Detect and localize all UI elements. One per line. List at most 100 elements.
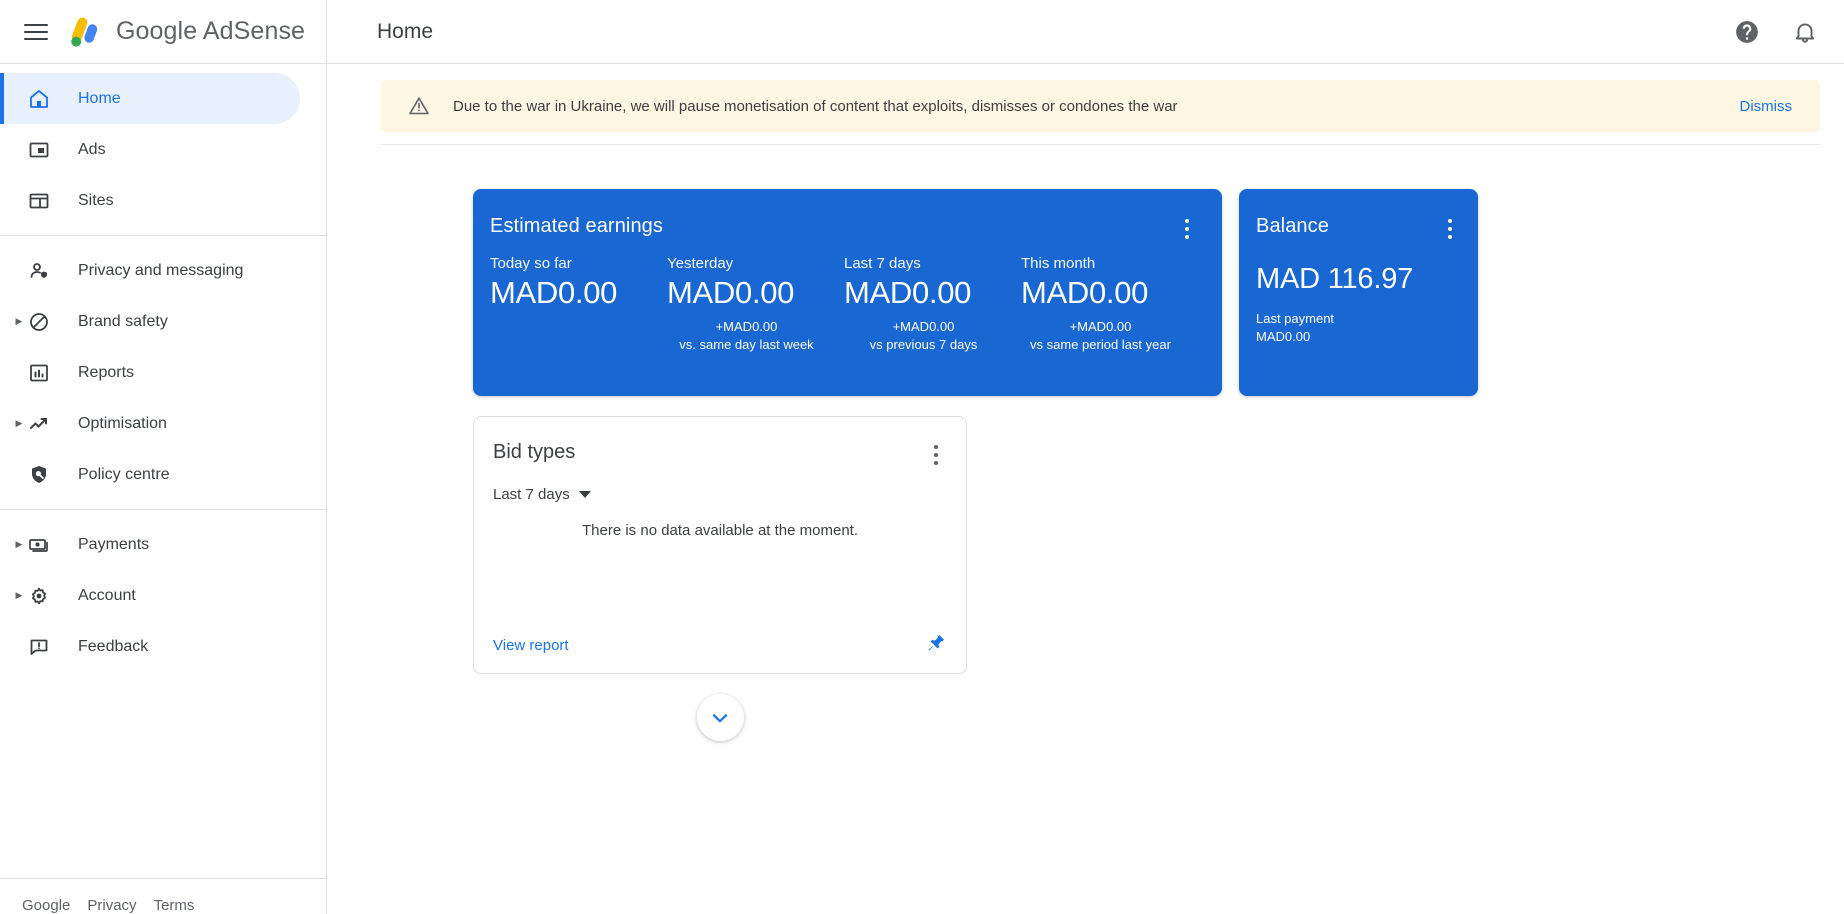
sidebar-item-label: Reports xyxy=(78,363,135,381)
sidebar-navigation: Home Ads Sites Privacy and messaging ▶ B… xyxy=(0,64,327,914)
adsense-home-page: Google AdSense Home Home Ads Sites Priva… xyxy=(0,0,1844,914)
metric-value: MAD0.00 xyxy=(844,275,972,310)
balance-amount: MAD 116.97 xyxy=(1256,263,1414,295)
sidebar-item-label: Feedback xyxy=(78,637,149,655)
sidebar-group-management: Privacy and messaging ▶ Brand safety Rep… xyxy=(0,236,326,509)
show-more-button[interactable] xyxy=(696,694,744,741)
warning-triangle-icon xyxy=(407,94,431,118)
topbar-actions xyxy=(1730,15,1822,49)
chevron-right-icon[interactable]: ▶ xyxy=(12,540,26,549)
estimated-earnings-card: Estimated earnings Today so far MAD0.00 … xyxy=(473,189,1222,396)
metric-label: This month xyxy=(1021,255,1096,272)
block-circle-icon xyxy=(26,310,52,334)
pin-icon[interactable] xyxy=(925,632,947,659)
menu-icon[interactable] xyxy=(24,19,50,45)
bid-types-menu-icon[interactable] xyxy=(925,441,947,465)
notifications-bell-icon[interactable] xyxy=(1788,15,1822,49)
sidebar-item-ads[interactable]: Ads xyxy=(0,124,300,175)
help-icon[interactable] xyxy=(1730,15,1764,49)
sidebar-footer: Google Privacy Terms xyxy=(0,878,326,914)
ads-icon xyxy=(26,138,52,162)
metric-delta-comparison: vs. same day last week xyxy=(679,336,814,352)
sidebar-item-label: Account xyxy=(78,586,136,604)
page-body: Home Ads Sites Privacy and messaging ▶ B… xyxy=(0,64,1844,914)
page-title: Home xyxy=(377,19,434,43)
sidebar-item-label: Home xyxy=(78,89,121,107)
sidebar-item-label: Privacy and messaging xyxy=(78,261,244,279)
trending-up-icon xyxy=(26,412,52,436)
sidebar-item-reports[interactable]: Reports xyxy=(0,347,300,398)
banner-message: Due to the war in Ukraine, we will pause… xyxy=(453,97,1178,115)
bar-chart-icon xyxy=(26,361,52,385)
metric-delta-value: +MAD0.00 xyxy=(715,319,778,334)
topbar-brand-area: Google AdSense xyxy=(0,0,327,63)
metric-value: MAD0.00 xyxy=(1021,275,1149,310)
chevron-right-icon[interactable]: ▶ xyxy=(12,591,26,600)
shield-search-icon xyxy=(26,463,52,487)
metric-value: MAD0.00 xyxy=(667,275,795,310)
metric-label: Yesterday xyxy=(667,255,734,272)
sidebar-item-brand-safety[interactable]: ▶ Brand safety xyxy=(0,296,300,347)
date-range-value: Last 7 days xyxy=(493,486,570,503)
sidebar-item-home[interactable]: Home xyxy=(0,73,300,124)
chevron-right-icon[interactable]: ▶ xyxy=(12,317,26,326)
gear-icon xyxy=(26,584,52,608)
footer-brand: Google xyxy=(22,897,71,914)
bid-types-card: Bid types Last 7 days There is no data a… xyxy=(473,416,967,674)
metric-delta: +MAD0.00 vs same period last year xyxy=(1021,318,1198,353)
metric-delta: +MAD0.00 vs. same day last week xyxy=(667,318,844,353)
chevron-right-icon[interactable]: ▶ xyxy=(12,419,26,428)
feedback-icon xyxy=(26,635,52,659)
view-report-link[interactable]: View report xyxy=(493,637,569,654)
balance-card-header: Balance xyxy=(1256,215,1461,239)
expand-fab-wrapper xyxy=(473,694,967,741)
summary-cards-row: Estimated earnings Today so far MAD0.00 … xyxy=(473,189,1844,396)
sidebar-item-label: Policy centre xyxy=(78,465,170,483)
sidebar-item-optimisation[interactable]: ▶ Optimisation xyxy=(0,398,300,449)
metric-last-7-days: Last 7 days MAD0.00 +MAD0.00 vs previous… xyxy=(844,255,1021,353)
bid-types-title: Bid types xyxy=(493,441,576,463)
earnings-metrics: Today so far MAD0.00 Yesterday MAD0.00 +… xyxy=(490,255,1198,353)
last-payment-label: Last payment xyxy=(1256,311,1335,326)
dismiss-button[interactable]: Dismiss xyxy=(1740,98,1793,115)
metric-label: Last 7 days xyxy=(844,255,921,272)
footer-link-terms[interactable]: Terms xyxy=(154,897,195,914)
metric-delta-comparison: vs same period last year xyxy=(1030,336,1171,352)
privacy-person-icon xyxy=(26,259,52,283)
main-content: Due to the war in Ukraine, we will pause… xyxy=(327,64,1844,914)
metric-delta: +MAD0.00 vs previous 7 days xyxy=(844,318,1021,353)
sidebar-item-label: Ads xyxy=(78,140,106,158)
war-notice-banner: Due to the war in Ukraine, we will pause… xyxy=(381,80,1820,132)
earnings-card-menu-icon[interactable] xyxy=(1176,215,1198,239)
metric-delta-comparison: vs previous 7 days xyxy=(869,336,978,352)
earnings-card-title: Estimated earnings xyxy=(490,215,664,237)
sidebar-item-policy-centre[interactable]: Policy centre xyxy=(0,449,300,500)
money-icon xyxy=(26,533,52,557)
sidebar-group-account: ▶ Payments ▶ Account Feedback xyxy=(0,510,326,681)
notification-banner-wrapper: Due to the war in Ukraine, we will pause… xyxy=(327,64,1844,145)
top-app-bar: Google AdSense Home xyxy=(0,0,1844,64)
sidebar-item-label: Payments xyxy=(78,535,150,553)
metric-delta-value: +MAD0.00 xyxy=(1069,319,1132,334)
sidebar-item-label: Sites xyxy=(78,191,114,209)
bid-types-card-footer: View report xyxy=(493,617,947,673)
metric-this-month: This month MAD0.00 +MAD0.00 vs same peri… xyxy=(1021,255,1198,353)
metric-today-so-far: Today so far MAD0.00 xyxy=(490,255,667,353)
last-payment-block: Last payment MAD0.00 xyxy=(1256,310,1461,346)
last-payment-value: MAD0.00 xyxy=(1256,329,1311,345)
sidebar-item-sites[interactable]: Sites xyxy=(0,175,300,226)
topbar-main-area: Home xyxy=(327,0,1844,63)
sites-icon xyxy=(26,189,52,213)
metric-value: MAD0.00 xyxy=(490,275,618,310)
balance-card-menu-icon[interactable] xyxy=(1439,215,1461,239)
sidebar-item-privacy-and-messaging[interactable]: Privacy and messaging xyxy=(0,245,300,296)
date-range-selector[interactable]: Last 7 days xyxy=(493,486,947,503)
sidebar-item-feedback[interactable]: Feedback xyxy=(0,621,300,672)
footer-link-privacy[interactable]: Privacy xyxy=(87,897,136,914)
dashboard-content: Estimated earnings Today so far MAD0.00 … xyxy=(327,145,1844,914)
bid-types-card-header: Bid types xyxy=(493,441,947,465)
sidebar-item-account[interactable]: ▶ Account xyxy=(0,570,300,621)
earnings-card-header: Estimated earnings xyxy=(490,215,1198,239)
sidebar-item-payments[interactable]: ▶ Payments xyxy=(0,519,300,570)
balance-card-title: Balance xyxy=(1256,215,1329,237)
